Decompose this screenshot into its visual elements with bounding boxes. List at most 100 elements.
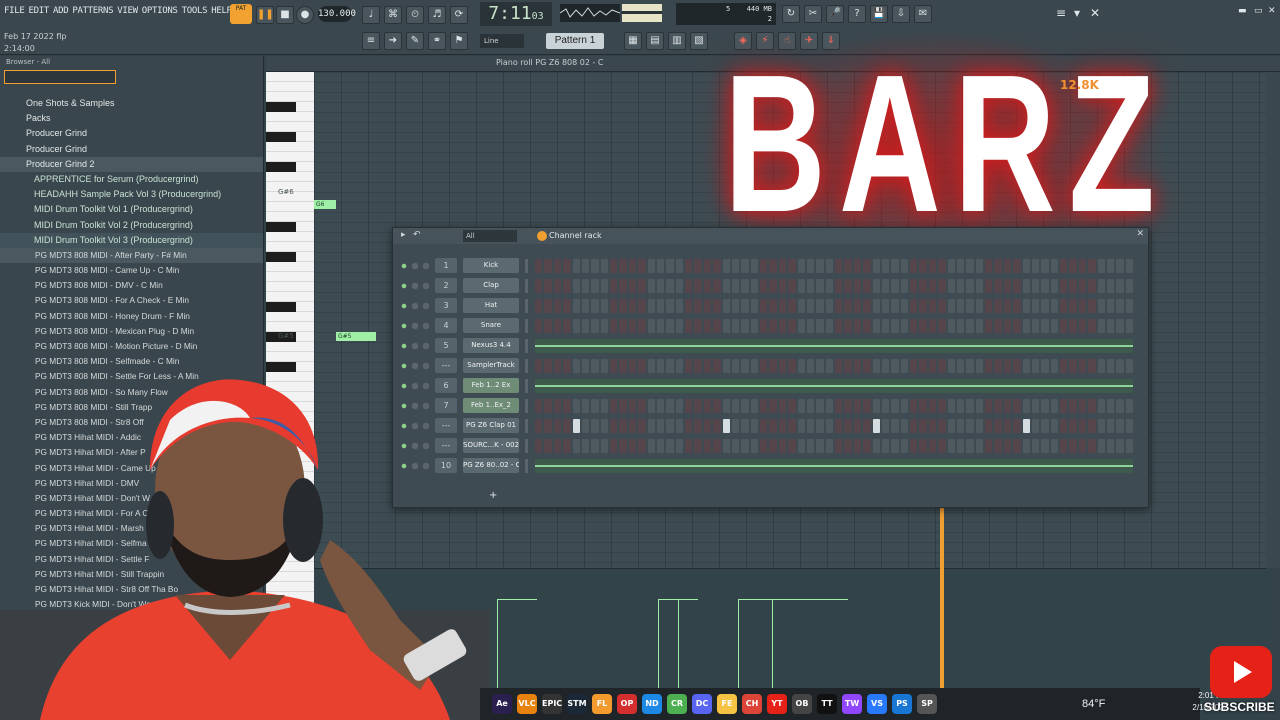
step-button[interactable] <box>1022 299 1030 313</box>
step-button[interactable] <box>1031 259 1040 273</box>
step-button[interactable] <box>535 399 543 413</box>
step-button[interactable] <box>572 399 580 413</box>
step-button[interactable] <box>1041 359 1049 373</box>
step-button[interactable] <box>928 419 937 433</box>
step-button[interactable] <box>1106 259 1115 273</box>
step-sequencer[interactable] <box>535 299 1133 313</box>
step-button[interactable] <box>656 259 665 273</box>
step-button[interactable] <box>778 399 787 413</box>
step-button[interactable] <box>591 299 599 313</box>
step-button[interactable] <box>656 299 665 313</box>
step-button[interactable] <box>769 279 777 293</box>
countdown-icon[interactable]: ⏲ <box>406 6 424 24</box>
step-button[interactable] <box>947 439 955 453</box>
step-sequencer[interactable] <box>535 279 1133 293</box>
step-button[interactable] <box>1069 359 1077 373</box>
step-button[interactable] <box>731 399 740 413</box>
step-button[interactable] <box>713 259 721 273</box>
step-button[interactable] <box>694 319 702 333</box>
piano-roll-icon[interactable]: ▥ <box>668 32 686 50</box>
step-button[interactable] <box>544 299 552 313</box>
step-button[interactable] <box>1097 299 1105 313</box>
step-button[interactable] <box>891 299 899 313</box>
step-button[interactable] <box>600 259 608 273</box>
step-button[interactable] <box>638 319 646 333</box>
step-button[interactable] <box>535 279 543 293</box>
step-button[interactable] <box>581 399 590 413</box>
step-button[interactable] <box>956 319 965 333</box>
step-button[interactable] <box>1097 439 1105 453</box>
step-button[interactable] <box>1022 439 1030 453</box>
step-button[interactable] <box>881 359 890 373</box>
step-button[interactable] <box>703 359 712 373</box>
step-button[interactable] <box>816 399 824 413</box>
step-button[interactable] <box>1116 299 1124 313</box>
step-button[interactable] <box>750 259 758 273</box>
rack-menu-icon[interactable]: ▸ <box>401 230 406 240</box>
step-button[interactable] <box>806 439 815 453</box>
step-sequencer[interactable] <box>535 399 1133 413</box>
step-button[interactable] <box>806 319 815 333</box>
step-button[interactable] <box>591 439 599 453</box>
step-button[interactable] <box>610 399 618 413</box>
step-button[interactable] <box>1106 439 1115 453</box>
step-button[interactable] <box>1060 299 1068 313</box>
step-button[interactable] <box>835 319 843 333</box>
step-button[interactable] <box>985 299 993 313</box>
step-button[interactable] <box>788 359 796 373</box>
step-button[interactable] <box>544 439 552 453</box>
step-button[interactable] <box>1022 359 1030 373</box>
step-button[interactable] <box>1088 419 1096 433</box>
step-button[interactable] <box>628 259 637 273</box>
step-button[interactable] <box>1031 319 1040 333</box>
step-button[interactable] <box>703 399 712 413</box>
step-sequencer[interactable] <box>535 419 1133 433</box>
step-button[interactable] <box>666 399 674 413</box>
maximize-icon[interactable]: ▭ <box>1254 6 1263 16</box>
step-button[interactable] <box>928 299 937 313</box>
step-button[interactable] <box>778 419 787 433</box>
step-button[interactable] <box>956 439 965 453</box>
step-button[interactable] <box>928 399 937 413</box>
step-button[interactable] <box>1003 259 1012 273</box>
step-button[interactable] <box>825 259 833 273</box>
step-button[interactable] <box>750 439 758 453</box>
taskbar-app-icon[interactable]: CR <box>667 694 687 714</box>
step-button[interactable] <box>1031 439 1040 453</box>
step-button[interactable] <box>628 439 637 453</box>
step-button[interactable] <box>1088 359 1096 373</box>
loop-record-icon[interactable]: ⟳ <box>450 6 468 24</box>
step-button[interactable] <box>816 259 824 273</box>
step-button[interactable] <box>975 259 983 273</box>
step-button[interactable] <box>928 319 937 333</box>
step-button[interactable] <box>1060 279 1068 293</box>
step-button[interactable] <box>966 279 974 293</box>
step-button[interactable] <box>760 439 768 453</box>
step-button[interactable] <box>535 299 543 313</box>
taskbar-app-icon[interactable]: TT <box>817 694 837 714</box>
step-button[interactable] <box>806 299 815 313</box>
step-button[interactable] <box>619 419 627 433</box>
step-button[interactable] <box>985 279 993 293</box>
step-button[interactable] <box>675 399 683 413</box>
step-button[interactable] <box>900 319 908 333</box>
step-button[interactable] <box>788 299 796 313</box>
step-button[interactable] <box>797 259 805 273</box>
step-button[interactable] <box>1050 419 1058 433</box>
browser-file[interactable]: PG MDT3 808 MIDI - Came Up - C Min <box>0 263 263 278</box>
step-button[interactable] <box>1022 259 1030 273</box>
step-button[interactable] <box>919 359 927 373</box>
step-button[interactable] <box>722 359 730 373</box>
step-button[interactable] <box>619 299 627 313</box>
menu-help[interactable]: HELP <box>211 6 232 16</box>
step-button[interactable] <box>638 399 646 413</box>
step-button[interactable] <box>816 279 824 293</box>
step-button[interactable] <box>853 439 862 453</box>
step-button[interactable] <box>610 319 618 333</box>
step-button[interactable] <box>900 259 908 273</box>
playhead[interactable] <box>940 508 944 688</box>
step-button[interactable] <box>722 319 730 333</box>
step-button[interactable] <box>975 279 983 293</box>
step-button[interactable] <box>853 419 862 433</box>
step-button[interactable] <box>853 279 862 293</box>
